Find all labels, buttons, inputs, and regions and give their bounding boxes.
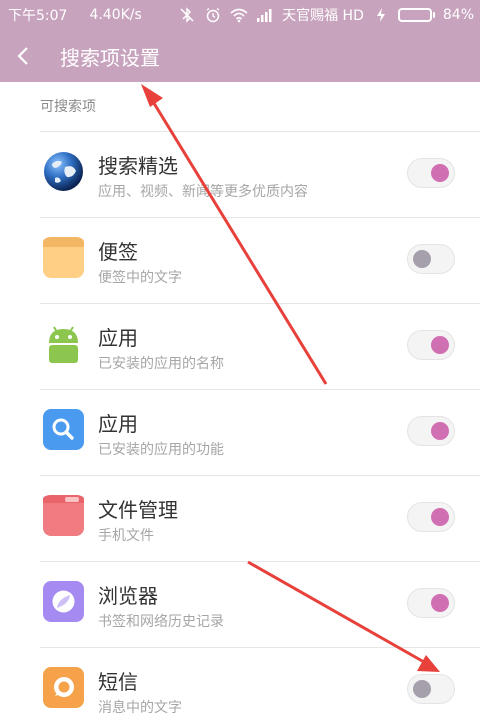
chevron-left-icon <box>17 47 28 65</box>
list-item: 应用 已安装的应用的功能 <box>40 389 480 475</box>
item-title: 应用 <box>98 326 138 350</box>
toggle-knob <box>413 250 431 268</box>
item-title: 浏览器 <box>98 584 158 608</box>
list-item: 浏览器 书签和网络历史记录 <box>40 561 480 647</box>
toggle-switch[interactable] <box>407 158 455 188</box>
status-time: 下午5:07 <box>8 8 68 24</box>
globe-icon <box>43 151 84 192</box>
status-bar: 下午5:07 4.40K/s 天官赐福 HD 84% <box>0 0 480 30</box>
item-subtitle: 已安装的应用的功能 <box>98 442 224 458</box>
list-item: 搜索精选 应用、视频、新闻等更多优质内容 <box>40 131 480 217</box>
notes-icon <box>43 237 84 278</box>
list-item: 便签 便签中的文字 <box>40 217 480 303</box>
wifi-icon <box>230 6 248 24</box>
item-subtitle: 已安装的应用的名称 <box>98 356 224 372</box>
list-item: 短信 消息中的文字 <box>40 647 480 723</box>
item-title: 文件管理 <box>98 498 178 522</box>
charging-icon <box>372 6 390 24</box>
carrier-label: 天官赐福 HD <box>282 8 364 24</box>
toggle-switch[interactable] <box>407 416 455 446</box>
battery-percent: 84% <box>442 7 474 23</box>
toggle-switch[interactable] <box>407 588 455 618</box>
toggle-knob <box>413 680 431 698</box>
android-icon <box>43 323 84 364</box>
list-item: 应用 已安装的应用的名称 <box>40 303 480 389</box>
item-title: 短信 <box>98 670 138 694</box>
folder-icon <box>43 495 84 536</box>
search-icon <box>43 409 84 450</box>
toggle-switch[interactable] <box>407 674 455 704</box>
toggle-switch[interactable] <box>407 244 455 274</box>
bluetooth-off-icon <box>178 6 196 24</box>
toggle-knob <box>431 508 449 526</box>
item-title: 便签 <box>98 240 138 264</box>
toggle-knob <box>431 336 449 354</box>
section-label: 可搜索项 <box>40 99 96 115</box>
battery-icon <box>397 8 435 22</box>
item-subtitle: 书签和网络历史记录 <box>98 614 224 630</box>
list-item: 文件管理 手机文件 <box>40 475 480 561</box>
item-title: 应用 <box>98 412 138 436</box>
item-subtitle: 便签中的文字 <box>98 270 182 286</box>
search-items-list: 搜索精选 应用、视频、新闻等更多优质内容 便签 便签中的文字 应用 已安装的应用… <box>0 131 480 723</box>
item-subtitle: 应用、视频、新闻等更多优质内容 <box>98 184 308 200</box>
toggle-switch[interactable] <box>407 502 455 532</box>
item-title: 搜索精选 <box>98 154 178 178</box>
toggle-knob <box>431 422 449 440</box>
header-bar: 搜索项设置 <box>0 30 480 82</box>
alarm-icon <box>204 6 222 24</box>
toggle-switch[interactable] <box>407 330 455 360</box>
page-title: 搜索项设置 <box>60 45 160 70</box>
item-subtitle: 手机文件 <box>98 528 154 544</box>
signal-icon <box>256 6 274 24</box>
toggle-knob <box>431 594 449 612</box>
network-speed: 4.40K/s <box>89 7 142 23</box>
item-subtitle: 消息中的文字 <box>98 700 182 716</box>
back-button[interactable] <box>0 30 46 82</box>
browser-icon <box>43 581 84 622</box>
toggle-knob <box>431 164 449 182</box>
message-icon <box>43 667 84 708</box>
